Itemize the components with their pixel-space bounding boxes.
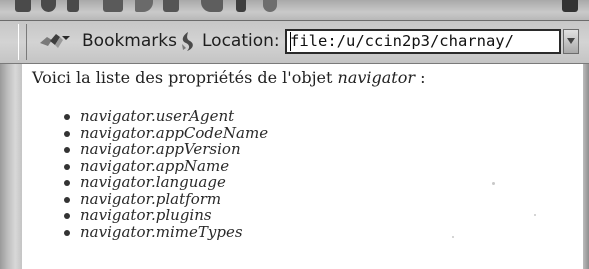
page-content: Voici la liste des propriétés de l'objet…: [22, 64, 583, 269]
scan-speck: [492, 182, 495, 185]
list-item: navigator.appName: [62, 157, 268, 175]
bookmarks-icon[interactable]: [38, 31, 72, 51]
intro-prefix: Voici la liste des propriétés de l'objet: [32, 68, 338, 87]
intro-paragraph: Voici la liste des propriétés de l'objet…: [32, 68, 426, 87]
search-icon[interactable]: [135, 0, 153, 12]
list-item: navigator.platform: [62, 190, 268, 208]
throbber-icon: [562, 0, 578, 12]
list-item: navigator.language: [62, 174, 268, 191]
bookmarks-label[interactable]: Bookmarks: [82, 31, 177, 51]
location-label: Location:: [202, 31, 280, 51]
stop-icon[interactable]: [263, 0, 277, 12]
security-icon[interactable]: [236, 0, 246, 12]
list-item: navigator.mimeTypes: [62, 223, 268, 241]
scan-speck: [534, 214, 536, 216]
navigation-toolbar: [0, 0, 589, 21]
property-list: navigator.userAgent navigator.appCodeNam…: [62, 108, 268, 240]
location-icon[interactable]: [178, 30, 198, 52]
list-item: navigator.appVersion: [62, 141, 268, 158]
print-icon[interactable]: [201, 0, 223, 12]
toolbar-grip[interactable]: [18, 24, 27, 60]
intro-object-name: navigator: [337, 68, 416, 87]
list-item: navigator.appCodeName: [62, 124, 268, 142]
intro-suffix: :: [415, 68, 426, 87]
url-dropdown-button[interactable]: [563, 29, 579, 54]
list-item: navigator.userAgent: [62, 108, 268, 125]
netscape-icon[interactable]: [163, 0, 179, 12]
url-input[interactable]: file:/u/ccin2p3/charnay/: [285, 29, 561, 54]
forward-icon[interactable]: [41, 0, 56, 12]
reload-icon[interactable]: [67, 0, 79, 12]
text-cursor: [290, 32, 291, 51]
scan-speck: [452, 236, 454, 238]
home-icon[interactable]: [103, 0, 123, 12]
back-icon[interactable]: [15, 0, 31, 12]
list-item: navigator.plugins: [62, 207, 268, 224]
browser-window: Bookmarks Location: file:/u/ccin2p3/char…: [0, 0, 589, 269]
